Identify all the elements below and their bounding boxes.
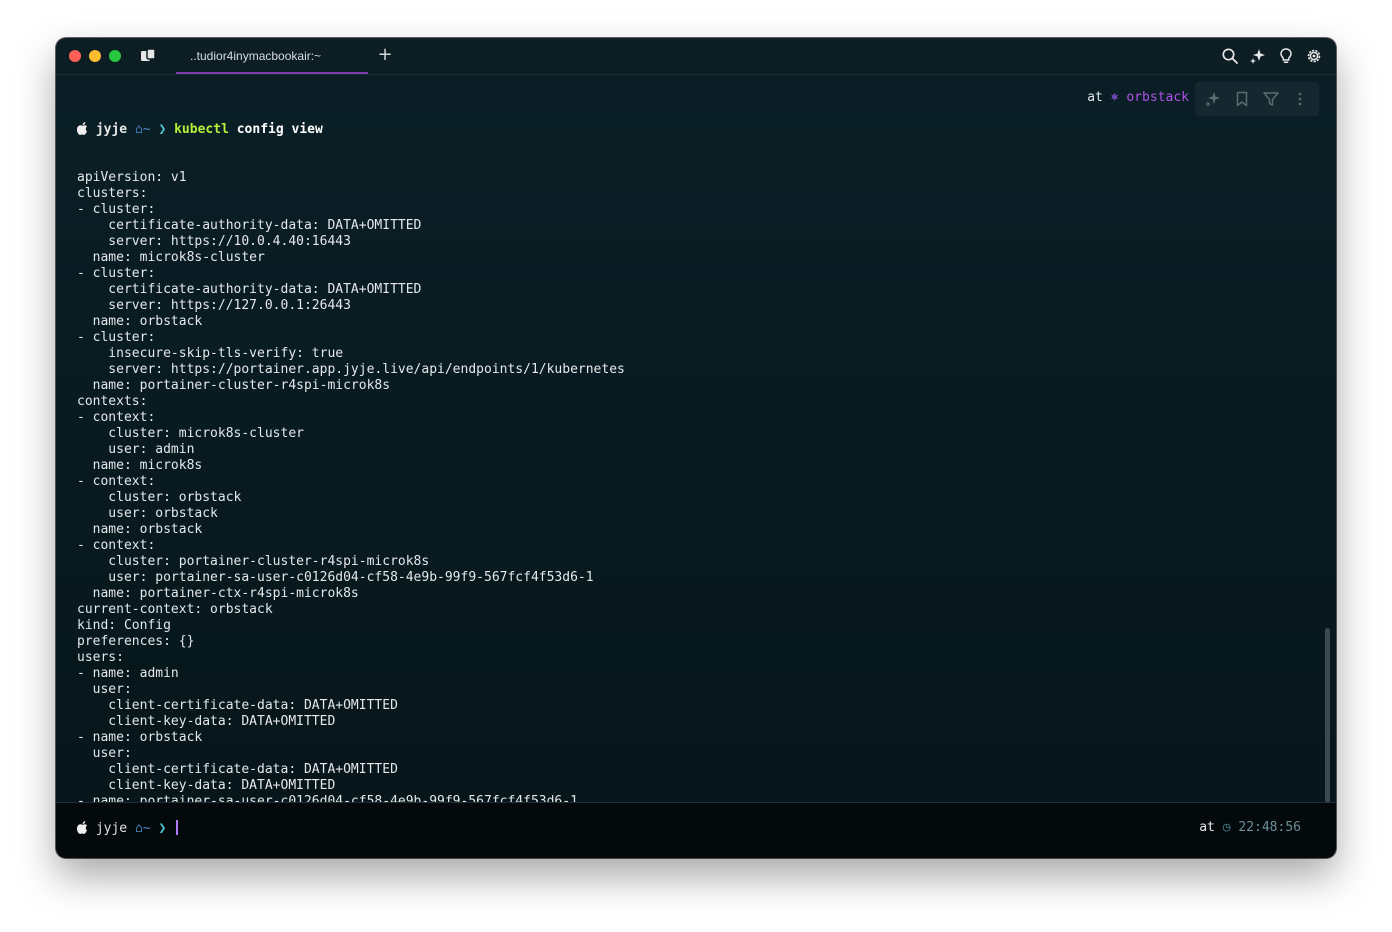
title-bar: ..tudior4inymacbookair:~ +	[56, 38, 1336, 75]
output-line: server: https://127.0.0.1:26443	[77, 298, 351, 313]
terminal-window: ..tudior4inymacbookair:~ + jyje ⌂~ ❯ kub…	[56, 38, 1336, 858]
output-line: user: admin	[77, 442, 195, 457]
output-line: server: https://10.0.4.40:16443	[77, 234, 351, 249]
status-at-label: at	[1087, 90, 1103, 105]
home-icon: ⌂	[134, 821, 143, 836]
lightbulb-icon[interactable]	[1277, 47, 1295, 65]
output-line: preferences: {}	[77, 634, 195, 649]
output-line: - context:	[77, 410, 156, 425]
output-line: - cluster:	[77, 330, 156, 345]
tab-active[interactable]: ..tudior4inymacbookair:~	[176, 38, 368, 74]
output-line: client-key-data: DATA+OMITTED	[77, 714, 336, 729]
output-line: name: orbstack	[77, 314, 203, 329]
close-window-button[interactable]	[69, 50, 81, 62]
output-line: user:	[77, 746, 132, 761]
output-line: server: https://portainer.app.jyje.live/…	[77, 362, 625, 377]
status-at-label: at	[1199, 820, 1215, 835]
output-line: kind: Config	[77, 618, 171, 633]
command-prompt: jyje ⌂~ ❯ kubectl config view	[76, 122, 777, 138]
gear-icon[interactable]	[1305, 47, 1323, 65]
tab-title: ..tudior4inymacbookair:~	[190, 49, 322, 63]
output-line: user:	[77, 682, 132, 697]
minimize-window-button[interactable]	[89, 50, 101, 62]
output-line: client-key-data: DATA+OMITTED	[77, 778, 336, 793]
output-line: apiVersion: v1	[77, 170, 187, 185]
text-cursor	[176, 820, 179, 835]
output-line: name: orbstack	[77, 522, 203, 537]
command-args: config view	[236, 122, 323, 137]
output-line: user: portainer-sa-user-c0126d04-cf58-4e…	[77, 570, 594, 585]
output-line: name: portainer-cluster-r4spi-microk8s	[77, 378, 391, 393]
output-line: client-certificate-data: DATA+OMITTED	[77, 698, 398, 713]
prompt-arrow: ❯	[158, 122, 167, 137]
more-icon[interactable]	[1291, 90, 1309, 108]
ai-sparkle-icon[interactable]	[1204, 90, 1222, 108]
clock-icon: ◷	[1222, 820, 1231, 835]
output-line: certificate-authority-data: DATA+OMITTED	[77, 218, 422, 233]
output-line: name: microk8s	[77, 458, 203, 473]
input-prompt[interactable]: jyje ⌂~ ❯	[76, 820, 179, 837]
tab-active-indicator	[176, 72, 368, 74]
output-line: current-context: orbstack	[77, 602, 273, 617]
prompt-user: jyje	[95, 821, 128, 836]
output-line: contexts:	[77, 394, 148, 409]
new-tab-button[interactable]: +	[374, 44, 396, 66]
output-line: - cluster:	[77, 266, 156, 281]
output-line: - name: admin	[77, 666, 179, 681]
search-icon[interactable]	[1221, 47, 1239, 65]
scrollbar-thumb[interactable]	[1325, 628, 1330, 803]
apple-icon	[76, 122, 88, 138]
output-line: - cluster:	[77, 202, 156, 217]
output-line: cluster: portainer-cluster-r4spi-microk8…	[77, 554, 430, 569]
output-line: - context:	[77, 474, 156, 489]
prompt-directory: ~	[142, 122, 151, 137]
context-status: at ⎈ orbstack	[1087, 90, 1189, 106]
kube-context-name: orbstack	[1126, 90, 1189, 105]
zoom-window-button[interactable]	[109, 50, 121, 62]
output-line: clusters:	[77, 186, 148, 201]
kubernetes-icon: ⎈	[1110, 90, 1119, 105]
block-toolbar	[1195, 82, 1319, 116]
apple-icon	[76, 821, 88, 837]
output-line: name: portainer-ctx-r4spi-microk8s	[77, 586, 359, 601]
command-output-block: apiVersion: v1 clusters: - cluster: certif…	[77, 170, 777, 842]
sparkles-icon[interactable]	[1249, 47, 1267, 65]
home-icon: ⌂	[134, 122, 143, 137]
prompt-user: jyje	[95, 122, 128, 137]
output-line: client-certificate-data: DATA+OMITTED	[77, 762, 398, 777]
output-line: - name: orbstack	[77, 730, 203, 745]
prompt-directory: ~	[142, 821, 151, 836]
clock-status: at ◷ 22:48:56	[1199, 820, 1301, 836]
output-line: certificate-authority-data: DATA+OMITTED	[77, 282, 422, 297]
command-name: kubectl	[174, 122, 229, 137]
bookmark-icon[interactable]	[1233, 90, 1251, 108]
output-line: insecure-skip-tls-verify: true	[77, 346, 344, 361]
output-line: cluster: orbstack	[77, 490, 242, 505]
output-line: cluster: microk8s-cluster	[77, 426, 304, 441]
prompt-arrow: ❯	[158, 821, 167, 836]
current-time: 22:48:56	[1238, 820, 1301, 835]
output-line: name: microk8s-cluster	[77, 250, 265, 265]
filter-icon[interactable]	[1262, 90, 1280, 108]
split-pane-icon[interactable]	[140, 48, 156, 64]
input-area[interactable]: jyje ⌂~ ❯ at ◷ 22:48:56	[56, 803, 1336, 858]
terminal-output: jyje ⌂~ ❯ kubectl config view apiVersion…	[76, 90, 777, 858]
output-line: - context:	[77, 538, 156, 553]
output-line: users:	[77, 650, 124, 665]
output-line: user: orbstack	[77, 506, 218, 521]
